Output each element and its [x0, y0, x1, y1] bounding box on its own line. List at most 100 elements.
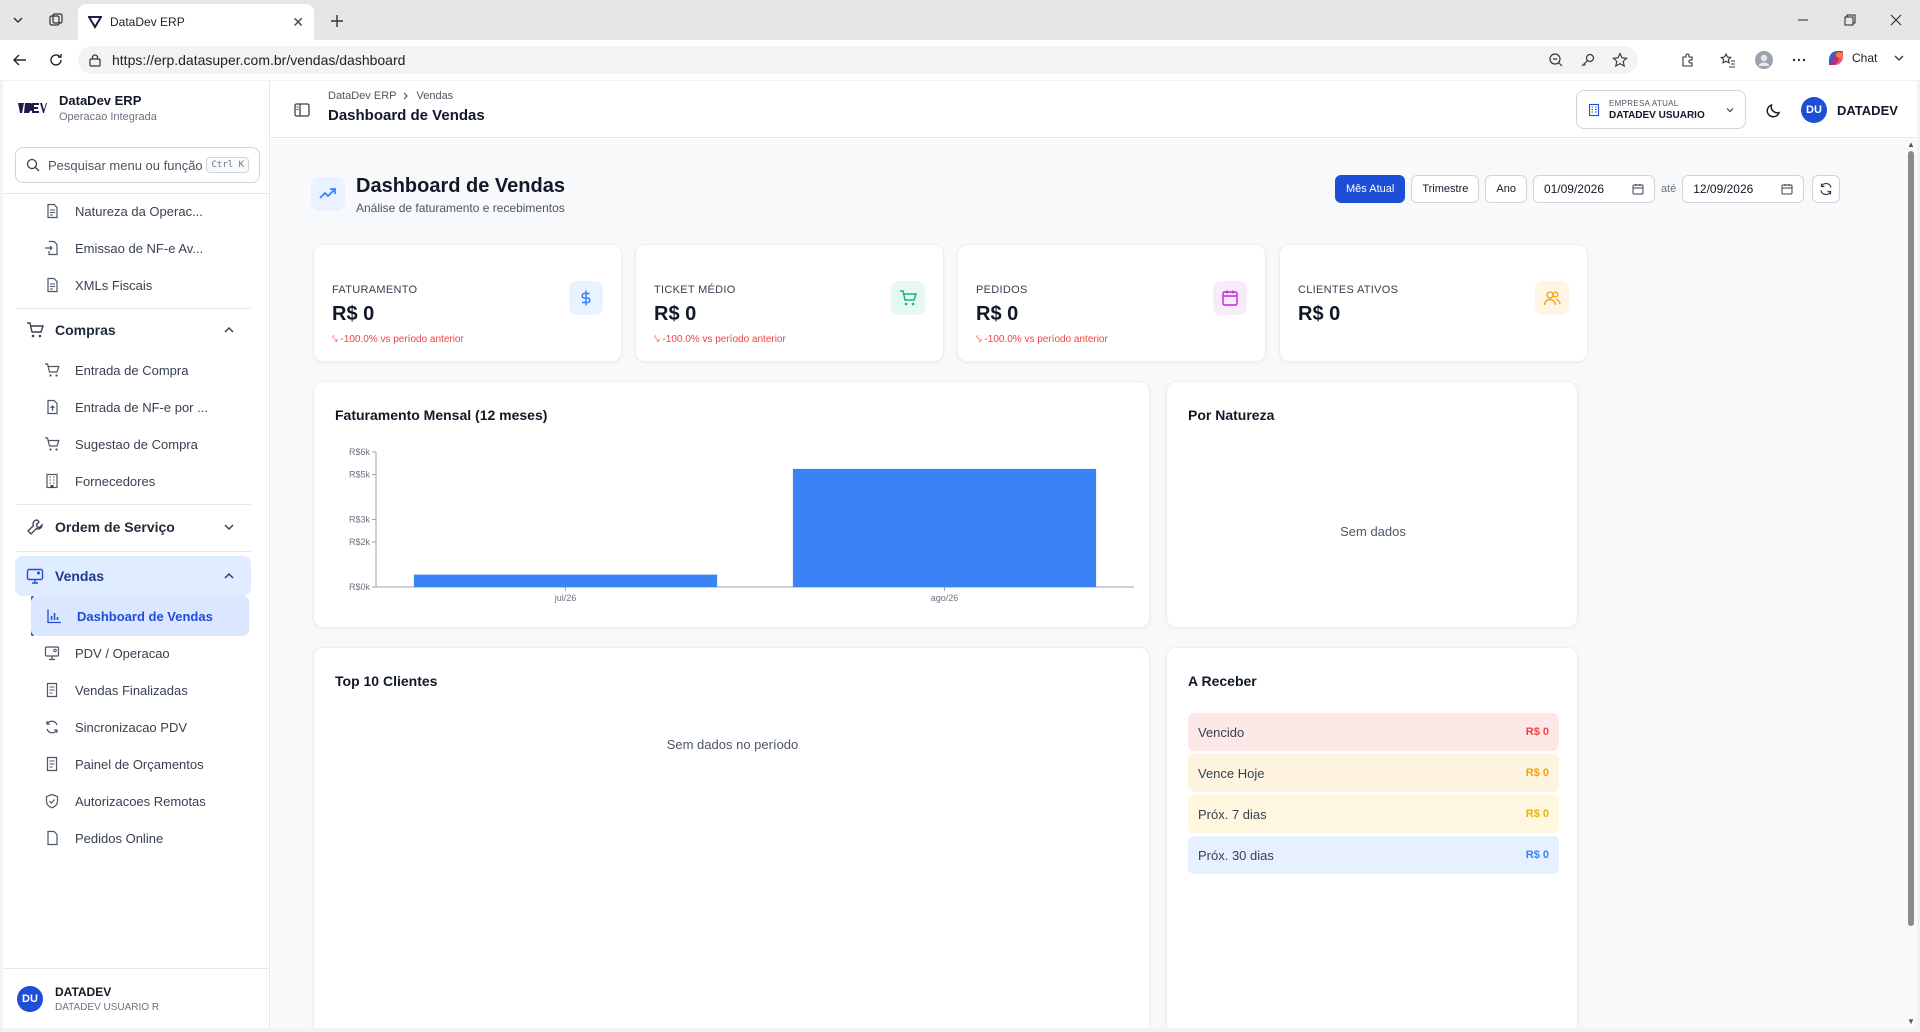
- brand[interactable]: DataDev ERP Operacao Integrada: [17, 93, 157, 123]
- sidebar-item-painel-orcamentos[interactable]: Painel de Orçamentos: [29, 744, 249, 784]
- back-button[interactable]: [10, 50, 30, 70]
- sidebar-group-label: Vendas: [55, 568, 105, 584]
- password-key-icon[interactable]: [1578, 50, 1598, 70]
- more-options-button[interactable]: [1789, 50, 1809, 70]
- sidebar-item-sincronizacao-pdv[interactable]: Sincronizacao PDV: [29, 707, 249, 747]
- avatar: DU: [17, 985, 43, 1012]
- top-clients-card: Top 10 Clientes Sem dados no período: [313, 647, 1150, 1028]
- sidebar: DataDev ERP Operacao Integrada Ctrl K Na…: [3, 81, 270, 1028]
- sync-icon: [43, 718, 61, 736]
- close-window-button[interactable]: [1886, 10, 1906, 30]
- sidebar-group-vendas[interactable]: Vendas: [15, 556, 251, 596]
- filter-quarter-button[interactable]: Trimestre: [1411, 175, 1480, 203]
- kpi-card-pedidos: PEDIDOS R$ 0 ⤥ -100.0% vs período anteri…: [957, 244, 1266, 362]
- sidebar-item-label: Dashboard de Vendas: [77, 608, 213, 624]
- breadcrumb-current[interactable]: Vendas: [416, 90, 453, 102]
- menu-search[interactable]: Ctrl K: [15, 147, 260, 183]
- sidebar-toggle-icon[interactable]: [293, 101, 311, 119]
- scroll-down-icon[interactable]: ▼: [1906, 1017, 1916, 1027]
- workspaces-button[interactable]: [42, 7, 70, 33]
- kpi-card-ticket-medio: TICKET MÉDIO R$ 0 ⤥ -100.0% vs período a…: [635, 244, 944, 362]
- site-info-icon[interactable]: [88, 53, 102, 67]
- receivable-row-prox-30-dias[interactable]: Próx. 30 dias R$ 0: [1188, 836, 1559, 874]
- profile-button[interactable]: [1754, 50, 1774, 70]
- scroll-up-icon[interactable]: ▲: [1906, 140, 1916, 150]
- new-tab-button[interactable]: [324, 8, 350, 34]
- sidebar-item-autorizacoes-remotas[interactable]: Autorizacoes Remotas: [29, 781, 249, 821]
- zoom-icon[interactable]: [1546, 50, 1566, 70]
- chart-bar: [792, 468, 1097, 587]
- header-title: Dashboard de Vendas: [328, 107, 485, 124]
- favorite-star-icon[interactable]: [1610, 50, 1630, 70]
- sidebar-item-label: Sugestao de Compra: [75, 436, 198, 452]
- sidebar-item-dashboard-vendas[interactable]: Dashboard de Vendas: [31, 596, 249, 636]
- url-field[interactable]: https://erp.datasuper.com.br/vendas/dash…: [78, 46, 1638, 74]
- minimize-button[interactable]: [1793, 10, 1813, 30]
- date-to-input[interactable]: 12/09/2026: [1682, 175, 1805, 203]
- sidebar-group-compras[interactable]: Compras: [15, 310, 251, 350]
- sidebar-item-label: Entrada de NF-e por ...: [75, 399, 208, 415]
- company-selector[interactable]: EMPRESA ATUAL DATADEV USUARIO: [1576, 90, 1746, 129]
- close-tab-icon[interactable]: ✕: [292, 14, 304, 31]
- sidebar-item-fornecedores[interactable]: Fornecedores: [29, 461, 249, 501]
- restore-icon: [1844, 14, 1856, 26]
- chevron-down-icon: [1894, 55, 1904, 61]
- receivable-amount: R$ 0: [1525, 808, 1549, 820]
- extensions-button[interactable]: [1678, 50, 1698, 70]
- arrow-left-icon: [13, 54, 26, 66]
- receivable-row-vencido[interactable]: Vencido R$ 0: [1188, 713, 1559, 751]
- search-shortcut-badge: Ctrl K: [206, 157, 249, 173]
- reload-button[interactable]: [46, 50, 66, 70]
- sidebar-item-label: Sincronizacao PDV: [75, 719, 187, 735]
- more-horizontal-icon: [1792, 58, 1806, 62]
- main-scrollbar[interactable]: ▲ ▼: [1905, 139, 1917, 1028]
- sidebar-item-xmls-fiscais[interactable]: XMLs Fiscais: [29, 265, 249, 305]
- app-window: DataDev ERP Operacao Integrada Ctrl K Na…: [3, 81, 1917, 1028]
- sidebar-item-pedidos-online[interactable]: Pedidos Online: [29, 818, 249, 858]
- restore-button[interactable]: [1840, 10, 1860, 30]
- chevron-up-icon: [224, 572, 234, 579]
- scrollbar-thumb[interactable]: [1908, 151, 1914, 926]
- chevron-down-icon: [224, 524, 234, 531]
- receivable-amount: R$ 0: [1525, 849, 1549, 861]
- sidebar-group-ordem-servico[interactable]: Ordem de Serviço: [15, 507, 251, 547]
- sidebar-item-pdv-operacao[interactable]: PDV / Operacao: [29, 633, 249, 673]
- card-title: Por Natureza: [1188, 407, 1275, 423]
- receivable-row-vence-hoje[interactable]: Vence Hoje R$ 0: [1188, 754, 1559, 792]
- tab-list-button[interactable]: [4, 7, 32, 33]
- sidebar-item-label: Natureza da Operac...: [75, 203, 203, 219]
- card-title: Top 10 Clientes: [335, 673, 438, 689]
- sidebar-item-natureza-operacao[interactable]: Natureza da Operac...: [29, 194, 249, 231]
- users-icon: [1535, 281, 1569, 315]
- refresh-icon: [1820, 182, 1832, 196]
- sidebar-item-entrada-nfe[interactable]: Entrada de NF-e por ...: [29, 387, 249, 427]
- refresh-button[interactable]: [1812, 175, 1841, 203]
- sidebar-item-emissao-nfe[interactable]: Emissao de NF-e Av...: [29, 228, 249, 268]
- calendar-icon[interactable]: [1632, 183, 1644, 195]
- avatar: DU: [1801, 97, 1827, 123]
- date-from-input[interactable]: 01/09/2026: [1532, 175, 1655, 203]
- sidebar-item-vendas-finalizadas[interactable]: Vendas Finalizadas: [29, 670, 249, 710]
- kpi-label: TICKET MÉDIO: [654, 284, 736, 296]
- filter-month-button[interactable]: Mês Atual: [1335, 175, 1406, 203]
- favorites-button[interactable]: [1718, 50, 1738, 70]
- calendar-icon[interactable]: [1781, 183, 1793, 195]
- header-user-menu[interactable]: DU DATADEV: [1801, 97, 1898, 123]
- kpi-delta: ⤥ -100.0% vs período anterior: [976, 334, 1108, 345]
- breadcrumb-root[interactable]: DataDev ERP: [328, 90, 396, 102]
- sidebar-item-sugestao-compra[interactable]: Sugestao de Compra: [29, 424, 249, 464]
- sidebar-user[interactable]: DU DATADEV DATADEV USUARIO R: [3, 968, 270, 1028]
- sidebar-item-entrada-compra[interactable]: Entrada de Compra: [29, 350, 249, 390]
- kpi-delta-text: -100.0% vs período anterior: [662, 334, 786, 345]
- favorites-list-icon: [1720, 52, 1735, 68]
- filter-year-button[interactable]: Ano: [1485, 175, 1527, 203]
- kpi-value: R$ 0: [1298, 303, 1341, 325]
- moon-icon[interactable]: [1765, 101, 1783, 119]
- receivable-row-prox-7-dias[interactable]: Próx. 7 dias R$ 0: [1188, 795, 1559, 833]
- browser-tab-active[interactable]: DataDev ERP ✕: [78, 4, 314, 40]
- dollar-icon: [569, 281, 603, 315]
- close-icon: [1890, 14, 1902, 26]
- chevron-down-icon: [13, 17, 23, 24]
- copilot-chat-button[interactable]: Chat: [1826, 48, 1905, 68]
- menu-search-input[interactable]: [48, 157, 207, 173]
